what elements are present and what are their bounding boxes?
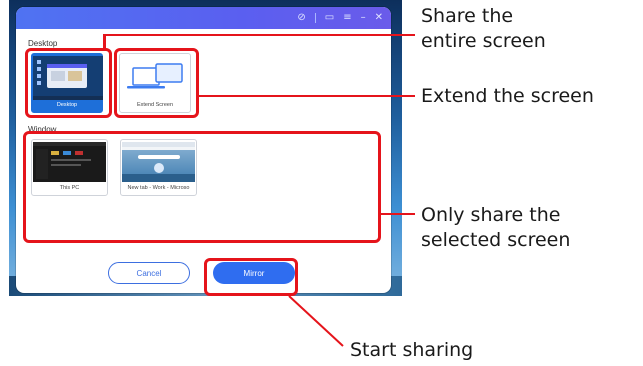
callout-only-share-line2: selected screen <box>421 229 571 251</box>
screenshot-root: ⊘ ▭ ≡ – ✕ Desktop Desktop Extend Screen … <box>0 0 643 366</box>
titlebar-controls: ⊘ ▭ ≡ – ✕ <box>297 11 383 25</box>
cancel-button[interactable]: Cancel <box>108 262 190 284</box>
link-icon[interactable]: ⊘ <box>297 11 305 25</box>
callout-share-entire-line1: Share the <box>421 5 514 27</box>
connector-window <box>380 213 415 215</box>
connector-desktop-vertical <box>103 35 106 50</box>
section-label-desktop: Desktop <box>28 39 58 48</box>
callout-share-entire-line2: entire screen <box>421 30 546 52</box>
screen-icon[interactable]: ▭ <box>325 11 334 25</box>
menu-icon[interactable]: ≡ <box>343 11 351 25</box>
callout-start-sharing: Start sharing <box>350 339 474 361</box>
highlight-desktop <box>25 48 112 118</box>
dialog-titlebar: ⊘ ▭ ≡ – ✕ <box>16 7 391 29</box>
callout-extend: Extend the screen <box>421 85 594 107</box>
close-icon[interactable]: ✕ <box>375 11 383 25</box>
callout-only-share-line1: Only share the <box>421 204 561 226</box>
connector-desktop-horizontal <box>103 34 415 36</box>
highlight-mirror-button <box>204 258 298 296</box>
minimize-icon[interactable]: – <box>361 11 366 25</box>
highlight-extend-screen <box>114 48 199 118</box>
connector-extend <box>198 95 415 97</box>
highlight-window-area <box>23 131 381 243</box>
titlebar-divider <box>314 13 316 23</box>
